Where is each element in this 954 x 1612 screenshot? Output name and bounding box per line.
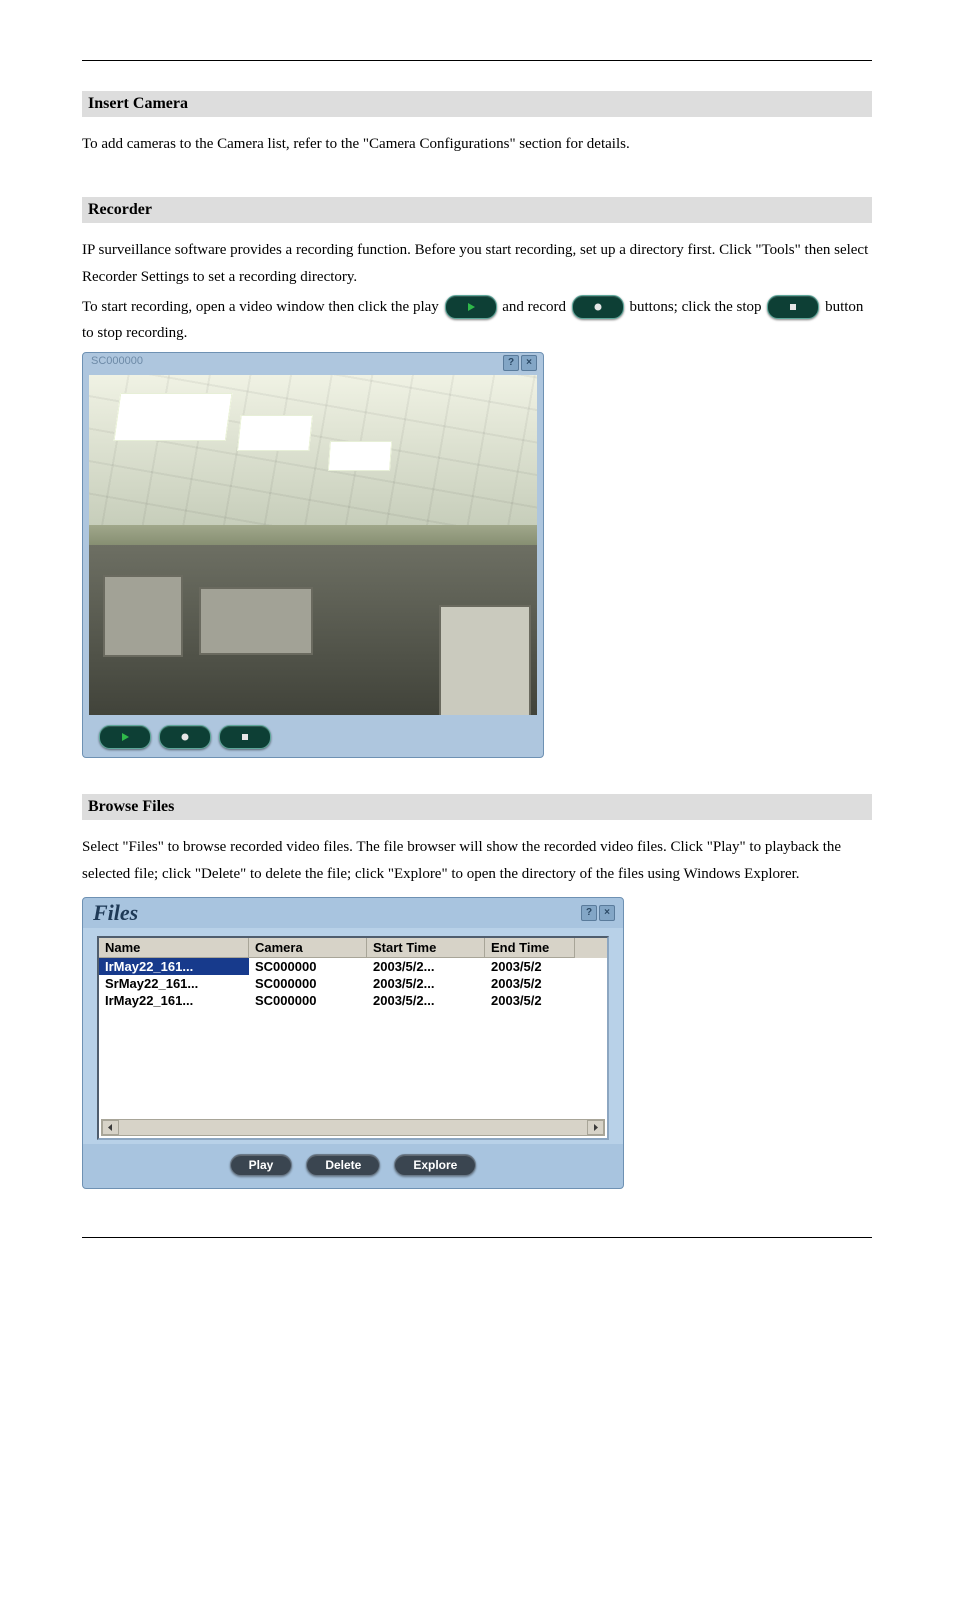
chevron-right-icon	[592, 1124, 599, 1131]
delete-file-button[interactable]: Delete	[306, 1154, 380, 1176]
play-icon	[119, 731, 131, 743]
explore-button[interactable]: Explore	[394, 1154, 476, 1176]
player-title: SC000000	[91, 355, 143, 367]
col-camera[interactable]: Camera	[249, 938, 367, 958]
cell-camera: SC000000	[249, 975, 367, 992]
text-bf-i: to open the directory of the files using…	[451, 866, 799, 882]
scroll-right-button[interactable]	[587, 1120, 604, 1135]
text-bf-d: "Play"	[707, 839, 746, 855]
text-bf-g: to delete the file; click	[250, 866, 388, 882]
cubicle-2	[199, 587, 313, 655]
record-button-inline[interactable]	[572, 295, 624, 319]
player-play-button[interactable]	[99, 725, 151, 749]
files-help-button[interactable]: ?	[581, 905, 597, 921]
text-ic-after: " section for details.	[509, 136, 629, 152]
text-bf-c: to browse recorded video files. The file…	[168, 839, 707, 855]
bottom-rule	[82, 1237, 872, 1238]
video-player-window: SC000000 ? ×	[82, 352, 544, 758]
link-camera-config: Camera Configurations	[369, 136, 509, 152]
heading-browse-files: Browse Files	[82, 794, 872, 820]
text-rec-2b: and record	[502, 299, 569, 315]
cell-name: IrMay22_161...	[99, 958, 249, 975]
text-rec-1b: "Tools"	[755, 242, 800, 258]
play-button-inline[interactable]	[445, 295, 497, 319]
stop-icon	[239, 731, 251, 743]
text-bf-f: "Delete"	[195, 866, 246, 882]
text-bf-a: Select	[82, 839, 122, 855]
stop-button-inline[interactable]	[767, 295, 819, 319]
record-icon	[179, 731, 191, 743]
light-panel-1	[114, 393, 233, 441]
cubicle-3	[439, 605, 531, 715]
player-titlebar: SC000000 ? ×	[83, 353, 543, 373]
text-ic-before: To add cameras to the Camera list, refer…	[82, 136, 369, 152]
files-close-button[interactable]: ×	[599, 905, 615, 921]
col-start[interactable]: Start Time	[367, 938, 485, 958]
col-end[interactable]: End Time	[485, 938, 575, 958]
cell-end: 2003/5/2	[485, 992, 575, 1009]
para-browse: Select "Files" to browse recorded video …	[82, 834, 872, 887]
text-bf-h: "Explore"	[388, 866, 448, 882]
heading-recorder: Recorder	[82, 197, 872, 223]
files-titlebar: Files ? ×	[83, 898, 623, 928]
text-rec-2c: buttons; click the stop	[629, 299, 765, 315]
stop-icon	[787, 301, 799, 313]
player-video-area	[89, 375, 537, 715]
record-icon	[592, 301, 604, 313]
cell-end: 2003/5/2	[485, 958, 575, 975]
light-panel-3	[328, 441, 392, 471]
play-file-button[interactable]: Play	[230, 1154, 293, 1176]
col-name[interactable]: Name	[99, 938, 249, 958]
para-recorder: IP surveillance software provides a reco…	[82, 237, 872, 346]
horizontal-scrollbar[interactable]	[101, 1119, 605, 1136]
cell-end: 2003/5/2	[485, 975, 575, 992]
scroll-left-button[interactable]	[102, 1120, 119, 1135]
play-icon	[465, 301, 477, 313]
files-title: Files	[93, 900, 138, 926]
files-button-row: Play Delete Explore	[83, 1144, 623, 1188]
files-dialog: Files ? × Name Camera Start Time End Tim…	[82, 897, 624, 1189]
top-rule	[82, 60, 872, 61]
table-row[interactable]: IrMay22_161... SC000000 2003/5/2... 2003…	[99, 992, 607, 1009]
files-table-header: Name Camera Start Time End Time	[99, 938, 607, 958]
player-controls	[83, 721, 543, 757]
para-insert-camera: To add cameras to the Camera list, refer…	[82, 131, 872, 157]
cell-name: SrMay22_161...	[99, 975, 249, 992]
table-row[interactable]: SrMay22_161... SC000000 2003/5/2... 2003…	[99, 975, 607, 992]
player-record-button[interactable]	[159, 725, 211, 749]
player-help-button[interactable]: ?	[503, 355, 519, 371]
heading-insert-camera: Insert Camera	[82, 91, 872, 117]
text-rec-1a: IP surveillance software provides a reco…	[82, 242, 755, 258]
cubicle-1	[103, 575, 183, 657]
cell-camera: SC000000	[249, 992, 367, 1009]
table-row[interactable]: IrMay22_161... SC000000 2003/5/2... 2003…	[99, 958, 607, 975]
cell-name: IrMay22_161...	[99, 992, 249, 1009]
text-rec-2a: To start recording, open a video window …	[82, 299, 443, 315]
chevron-left-icon	[107, 1124, 114, 1131]
files-body: Name Camera Start Time End Time IrMay22_…	[83, 928, 623, 1144]
cell-start: 2003/5/2...	[367, 975, 485, 992]
player-close-button[interactable]: ×	[521, 355, 537, 371]
files-table: Name Camera Start Time End Time IrMay22_…	[97, 936, 609, 1140]
text-bf-b: "Files"	[122, 839, 163, 855]
cell-start: 2003/5/2...	[367, 958, 485, 975]
cell-start: 2003/5/2...	[367, 992, 485, 1009]
player-stop-button[interactable]	[219, 725, 271, 749]
cell-camera: SC000000	[249, 958, 367, 975]
light-panel-2	[237, 415, 313, 451]
